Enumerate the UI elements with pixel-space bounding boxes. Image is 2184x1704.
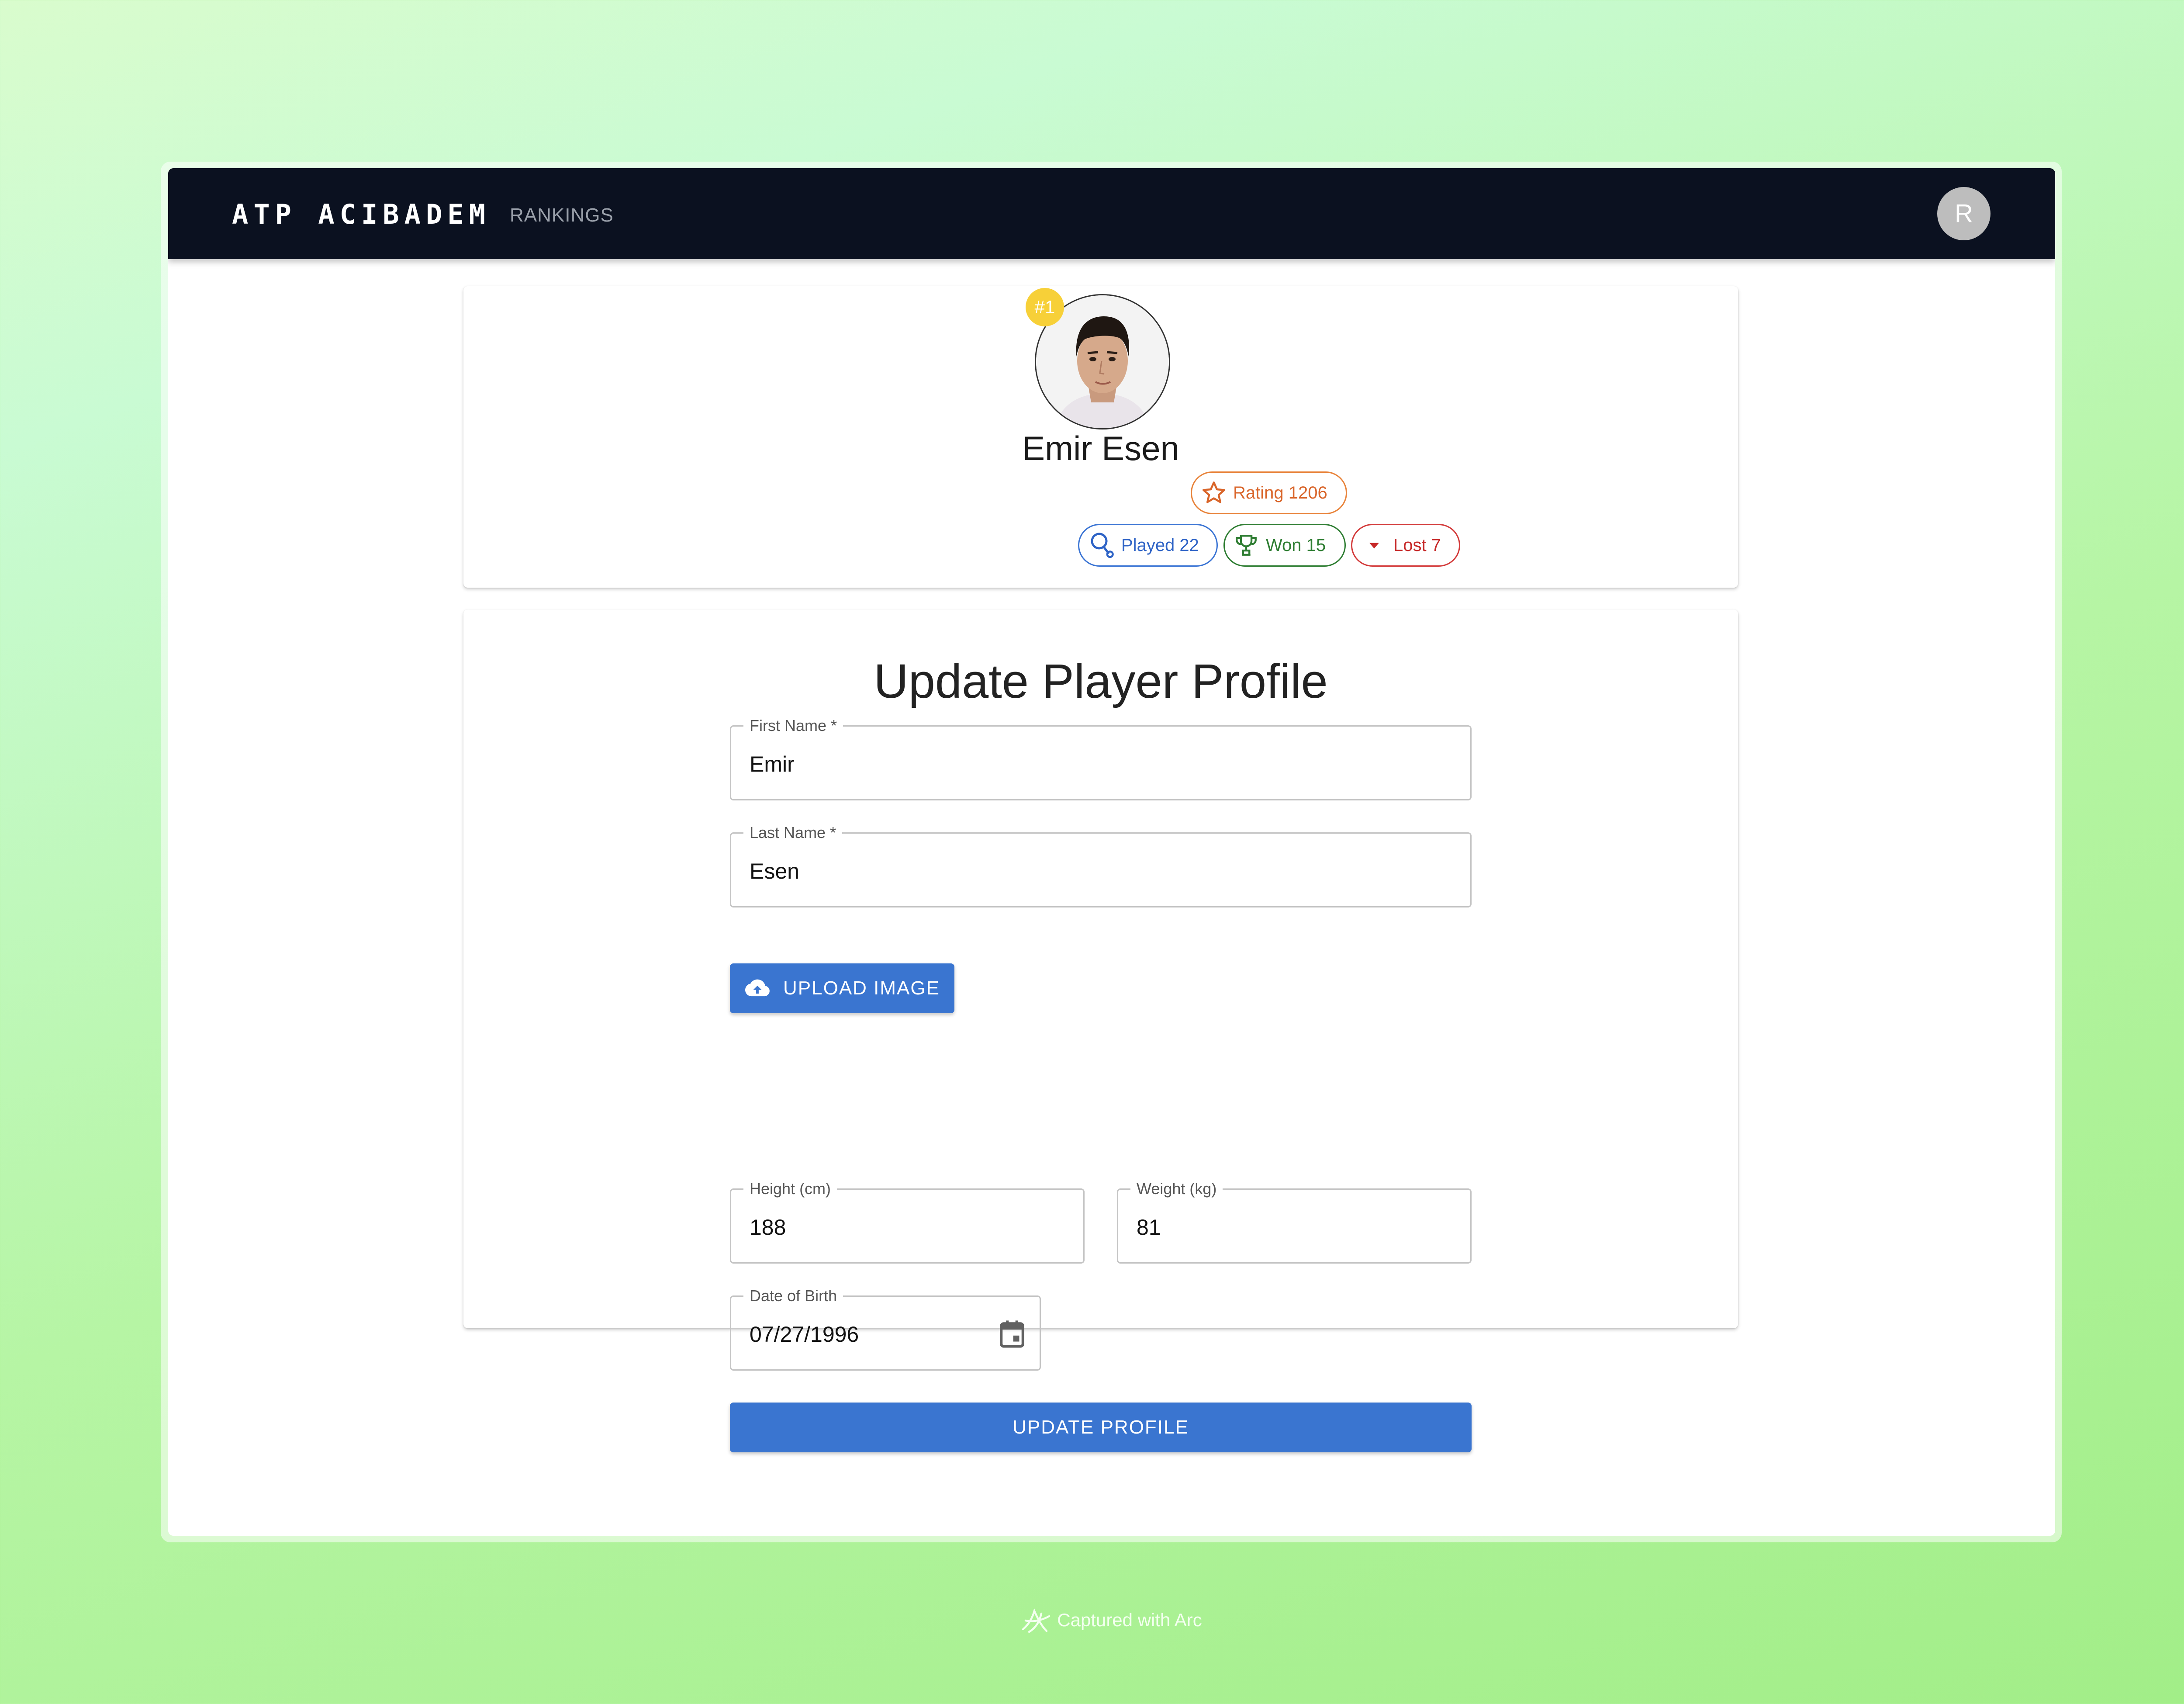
upload-image-label: UPLOAD IMAGE bbox=[783, 977, 940, 999]
rating-chip-label: Rating 1206 bbox=[1233, 483, 1327, 502]
height-field[interactable]: Height (cm) 188 bbox=[730, 1179, 1085, 1264]
user-avatar[interactable]: R bbox=[1937, 187, 1990, 240]
tennis-racket-icon bbox=[1091, 533, 1114, 558]
lost-chip-label: Lost 7 bbox=[1393, 536, 1441, 555]
first-name-input[interactable]: Emir bbox=[750, 751, 795, 777]
player-summary-card: #1 Emir Esen Rating 1206 Played 22 Won 1… bbox=[463, 286, 1738, 588]
date-of-birth-field[interactable]: Date of Birth 07/27/1996 bbox=[730, 1286, 1041, 1371]
update-profile-button[interactable]: UPDATE PROFILE bbox=[730, 1403, 1472, 1452]
star-icon bbox=[1203, 481, 1225, 503]
form-title: Update Player Profile bbox=[874, 655, 1328, 708]
arc-logo-icon bbox=[1022, 1608, 1051, 1633]
first-name-field[interactable]: First Name * Emir bbox=[730, 716, 1472, 800]
nav-rankings-link[interactable]: RANKINGS bbox=[510, 202, 614, 229]
capture-footer: Captured with Arc bbox=[0, 1607, 2184, 1635]
last-name-input[interactable]: Esen bbox=[750, 858, 799, 884]
trophy-icon bbox=[1236, 535, 1257, 556]
last-name-field[interactable]: Last Name * Esen bbox=[730, 823, 1472, 907]
player-name: Emir Esen bbox=[1022, 429, 1179, 468]
played-chip: Played 22 bbox=[1078, 524, 1218, 567]
height-label: Height (cm) bbox=[743, 1179, 837, 1198]
calendar-icon[interactable] bbox=[998, 1319, 1026, 1350]
upload-image-button[interactable]: UPLOAD IMAGE bbox=[730, 963, 954, 1013]
date-of-birth-input[interactable]: 07/27/1996 bbox=[750, 1321, 859, 1347]
footer-text: Captured with Arc bbox=[1057, 1610, 1202, 1630]
brand-logo[interactable]: ATP ACIBADEM bbox=[232, 197, 491, 232]
lost-chip: Lost 7 bbox=[1351, 524, 1460, 567]
height-input[interactable]: 188 bbox=[750, 1214, 786, 1240]
played-chip-label: Played 22 bbox=[1121, 536, 1199, 555]
app-bar: ATP ACIBADEM RANKINGS R bbox=[168, 168, 2055, 259]
rating-chip: Rating 1206 bbox=[1191, 471, 1347, 514]
won-chip-label: Won 15 bbox=[1266, 536, 1326, 555]
weight-label: Weight (kg) bbox=[1130, 1179, 1223, 1198]
first-name-label: First Name * bbox=[743, 716, 843, 735]
last-name-label: Last Name * bbox=[743, 823, 843, 842]
cloud-upload-icon bbox=[745, 979, 770, 997]
update-profile-form: Update Player Profile First Name * Emir … bbox=[463, 610, 1738, 1452]
weight-field[interactable]: Weight (kg) 81 bbox=[1117, 1179, 1472, 1264]
weight-input[interactable]: 81 bbox=[1137, 1214, 1161, 1240]
app-window: ATP ACIBADEM RANKINGS R #1 Emir Esen Rat… bbox=[168, 168, 2055, 1536]
date-of-birth-label: Date of Birth bbox=[743, 1286, 843, 1306]
rank-badge: #1 bbox=[1026, 288, 1064, 326]
arrow-down-icon bbox=[1369, 543, 1379, 549]
won-chip: Won 15 bbox=[1223, 524, 1346, 567]
